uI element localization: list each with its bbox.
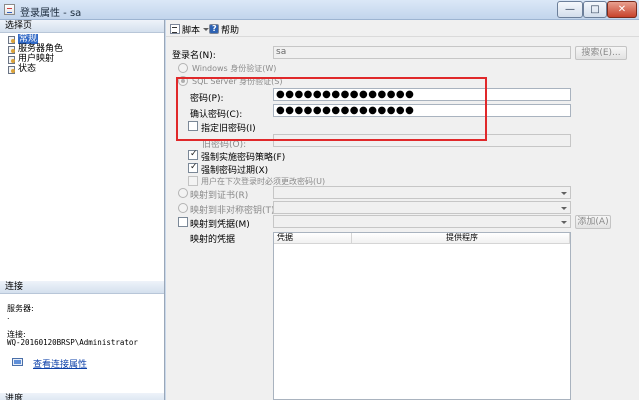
server-label: 服务器: [7,304,34,313]
sidebar-item-label: 状态 [18,64,37,74]
maximize-button[interactable]: □ [583,1,607,18]
must-change-checkbox[interactable] [188,176,198,186]
map-credential-checkbox[interactable] [178,217,188,227]
connection-value: WQ-20160120BRSP\Administrator [7,338,138,347]
script-button[interactable]: 脚本 [170,23,210,36]
windows-auth-label: Windows 身份验证(W) [192,64,277,73]
sidebar-item-server-roles[interactable]: 服务器角色 [7,44,63,54]
mapped-credentials-label: 映射的凭据 [190,235,236,245]
asymmetric-key-dropdown[interactable] [273,201,571,214]
map-credential-label: 映射到凭据(M) [190,220,250,230]
page-icon [7,55,16,64]
login-name-label: 登录名(N): [172,51,216,61]
script-icon [170,24,180,34]
chevron-down-icon [560,187,568,199]
page-icon [7,35,16,44]
chevron-down-icon [560,202,568,214]
select-page-header: 选择页 [0,20,164,33]
login-name-value: sa [276,47,287,57]
map-certificate-radio[interactable] [178,188,188,198]
close-button[interactable]: ✕ [607,1,637,18]
sidebar-item-label: 常规 [18,34,39,44]
certificate-dropdown[interactable] [273,186,571,199]
help-button[interactable]: 帮助 [209,23,240,36]
grid-column-credential[interactable]: 凭据 [274,233,352,244]
view-connection-properties-link[interactable]: 查看连接属性 [33,357,87,370]
map-asymmetric-key-label: 映射到非对称密钥(T) [190,206,275,216]
login-name-field[interactable]: sa [273,46,571,59]
map-asymmetric-key-radio[interactable] [178,203,188,213]
connection-header: 连接 [0,281,164,294]
enforce-policy-label: 强制实施密码策略(F) [201,153,286,163]
enforce-policy-checkbox[interactable] [188,149,198,160]
search-button[interactable]: 搜索(E)... [575,46,627,60]
sidebar-item-label: 用户映射 [18,54,55,64]
page-icon [7,45,16,54]
minimize-button[interactable]: — [557,1,583,18]
map-certificate-label: 映射到证书(R) [190,191,249,201]
sidebar-item-user-mapping[interactable]: 用户映射 [7,54,54,64]
app-icon [4,4,15,15]
enforce-expiration-label: 强制密码过期(X) [201,166,269,176]
sidebar-item-label: 服务器角色 [18,44,64,54]
window-title: 登录属性 - sa [20,8,82,19]
add-button[interactable]: 添加(A) [575,215,611,229]
progress-header: 进度 [0,393,164,400]
sidebar-item-general[interactable]: 常规 [7,34,39,44]
mapped-credentials-grid[interactable]: 凭据 提供程序 [273,232,571,400]
chevron-down-icon [560,216,568,228]
script-label: 脚本 [182,25,201,36]
windows-auth-radio[interactable] [178,63,188,73]
title-bar: 登录属性 - sa — □ ✕ [0,0,639,20]
help-icon [209,24,219,34]
enforce-expiration-checkbox[interactable] [188,162,198,173]
left-pane: 选择页 常规 服务器角色 用户映射 状态 连接 服务器: . 连接: WQ-20… [0,20,165,400]
highlight-box [176,77,487,141]
grid-column-provider[interactable]: 提供程序 [352,233,570,244]
server-value: . [7,312,10,321]
sidebar-item-status[interactable]: 状态 [7,64,36,74]
credential-dropdown[interactable] [273,215,571,228]
toolbar: 脚本 帮助 [166,20,639,37]
page-icon [7,65,16,74]
connection-properties-icon [12,358,23,366]
help-label: 帮助 [221,25,240,36]
